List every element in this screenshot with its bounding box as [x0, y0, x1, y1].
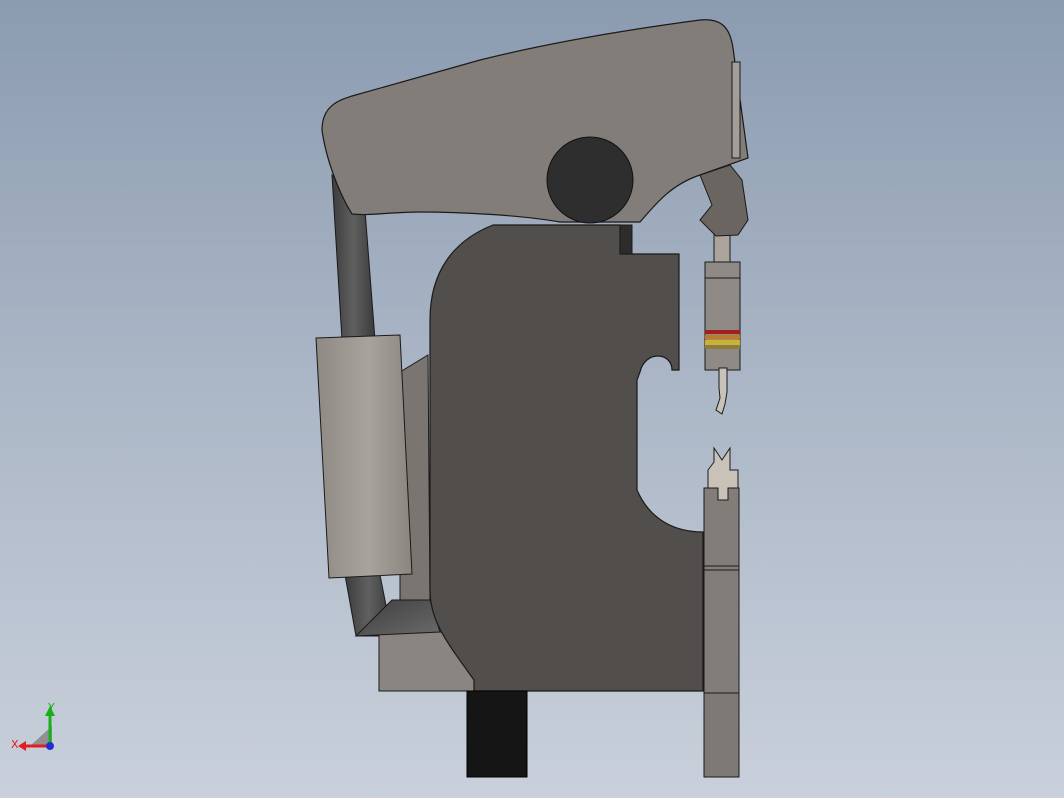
hydraulic-cylinder — [315, 334, 413, 579]
cad-viewport[interactable]: Y X — [0, 0, 1064, 798]
punch-tip — [715, 367, 728, 415]
lower-column-mid — [703, 565, 740, 694]
lower-column-bottom — [703, 692, 740, 778]
foot-block — [466, 690, 528, 778]
triad-z-dot — [46, 742, 54, 750]
triad-y-label: Y — [47, 701, 55, 714]
upper-head — [321, 19, 749, 223]
triad-x-arrowhead — [18, 741, 26, 751]
punch-band-olive — [705, 345, 740, 349]
frame-notch — [619, 224, 633, 255]
pivot-pin — [546, 136, 634, 224]
punch-band-yellow — [705, 340, 740, 345]
punch-band-red — [705, 330, 740, 334]
punch-clamp — [699, 164, 749, 237]
main-c-frame — [429, 224, 704, 692]
triad-x-label: X — [11, 738, 19, 751]
model-canvas: Y X — [11, 19, 749, 778]
punch-band-orange — [705, 335, 740, 339]
head-edge-plate — [731, 61, 741, 159]
coordinate-triad[interactable]: Y X — [11, 701, 55, 751]
